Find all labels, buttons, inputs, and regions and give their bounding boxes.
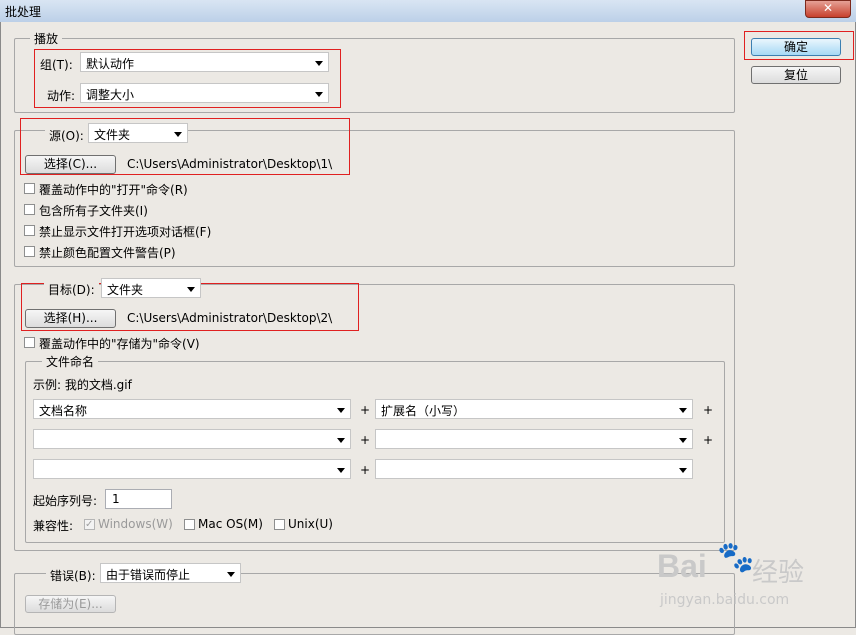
serial-input[interactable]: 1 <box>105 489 172 509</box>
source-option-label: 覆盖动作中的"打开"命令(R) <box>39 183 188 197</box>
naming-field[interactable]: 扩展名（小写） <box>375 399 693 419</box>
action-label: 动作: <box>47 89 76 103</box>
plus-sign: + <box>360 403 371 417</box>
override-save-label: 覆盖动作中的"存储为"命令(V) <box>39 337 200 351</box>
source-option-label: 禁止显示文件打开选项对话框(F) <box>39 225 212 239</box>
errors-value: 由于错误而停止 <box>106 568 191 582</box>
destination-label: 目标(D): <box>44 281 99 298</box>
chevron-down-icon <box>337 408 345 413</box>
source-select[interactable]: 文件夹 <box>88 123 188 143</box>
save-as-button[interactable]: 存储为(E)... <box>25 595 116 613</box>
action-value: 调整大小 <box>86 88 135 102</box>
compat-windows-checkbox[interactable]: ✓ <box>84 519 95 530</box>
compat-unix-checkbox[interactable] <box>274 519 285 530</box>
source-option-checkbox[interactable] <box>24 225 35 236</box>
naming-legend: 文件命名 <box>42 353 99 370</box>
errors-label: 错误(B): <box>46 567 100 584</box>
action-select[interactable]: 调整大小 <box>80 83 329 103</box>
group-select[interactable]: 默认动作 <box>80 52 329 72</box>
plus-sign: + <box>360 463 371 477</box>
source-option-checkbox[interactable] <box>24 183 35 194</box>
naming-field[interactable] <box>33 459 351 479</box>
override-save-checkbox[interactable] <box>24 337 35 348</box>
group-value: 默认动作 <box>86 57 135 71</box>
naming-example: 示例: 我的文档.gif <box>33 378 132 392</box>
naming-field[interactable]: 文档名称 <box>33 399 351 419</box>
watermark-jingyan: 经验 <box>752 558 805 588</box>
naming-field-value: 文档名称 <box>39 404 88 418</box>
source-label: 源(O): <box>45 127 88 144</box>
source-value: 文件夹 <box>94 128 131 142</box>
naming-field-value: 扩展名（小写） <box>381 404 466 418</box>
serial-label: 起始序列号: <box>33 494 98 508</box>
compat-unix-label: Unix(U) <box>288 517 333 531</box>
plus-sign: + <box>703 433 714 447</box>
source-option-checkbox[interactable] <box>24 246 35 257</box>
destination-value: 文件夹 <box>107 283 144 297</box>
destination-select[interactable]: 文件夹 <box>101 278 201 298</box>
plus-sign: + <box>360 433 371 447</box>
destination-choose-button[interactable]: 选择(H)... <box>25 309 116 328</box>
chevron-down-icon <box>187 287 195 292</box>
serial-value: 1 <box>112 492 120 506</box>
chevron-down-icon <box>679 438 687 443</box>
chevron-down-icon <box>315 61 323 66</box>
close-button[interactable]: ✕ <box>805 0 851 18</box>
window-title: 批处理 <box>5 5 42 19</box>
group-label: 组(T): <box>40 58 73 72</box>
chevron-down-icon <box>679 408 687 413</box>
paw-icon: 🐾 <box>717 540 755 575</box>
watermark-brand: Bai <box>657 548 707 584</box>
watermark-url: jingyan.baidu.com <box>660 592 790 608</box>
errors-select[interactable]: 由于错误而停止 <box>100 563 241 583</box>
naming-field[interactable] <box>33 429 351 449</box>
source-option-label: 包含所有子文件夹(I) <box>39 204 148 218</box>
source-path: C:\Users\Administrator\Desktop\1\ <box>127 157 333 171</box>
compat-label: 兼容性: <box>33 519 74 533</box>
source-choose-button[interactable]: 选择(C)... <box>25 155 116 174</box>
destination-path: C:\Users\Administrator\Desktop\2\ <box>127 311 333 325</box>
naming-field[interactable] <box>375 459 693 479</box>
checkmark-icon: ✓ <box>85 519 94 530</box>
compat-macos-checkbox[interactable] <box>184 519 195 530</box>
reset-button[interactable]: 复位 <box>751 66 841 84</box>
naming-field[interactable] <box>375 429 693 449</box>
chevron-down-icon <box>337 438 345 443</box>
chevron-down-icon <box>679 468 687 473</box>
play-legend: 播放 <box>30 30 63 47</box>
ok-button[interactable]: 确定 <box>751 38 841 56</box>
chevron-down-icon <box>315 92 323 97</box>
compat-macos-label: Mac OS(M) <box>198 517 263 531</box>
compat-windows-label: Windows(W) <box>98 517 173 531</box>
source-option-label: 禁止颜色配置文件警告(P) <box>39 246 176 260</box>
plus-sign: + <box>703 403 714 417</box>
source-option-checkbox[interactable] <box>24 204 35 215</box>
chevron-down-icon <box>337 468 345 473</box>
chevron-down-icon <box>174 132 182 137</box>
title-bar <box>0 0 856 23</box>
chevron-down-icon <box>227 572 235 577</box>
